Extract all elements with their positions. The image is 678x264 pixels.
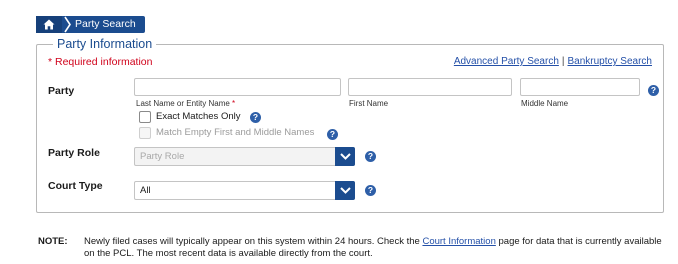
advanced-party-search-link[interactable]: Advanced Party Search (454, 56, 559, 67)
required-info-note: * Required information (48, 56, 153, 68)
court-type-select[interactable]: All (134, 181, 355, 200)
bankruptcy-search-link[interactable]: Bankruptcy Search (568, 56, 653, 67)
breadcrumb-current[interactable]: Party Search (72, 16, 145, 33)
match-empty-names-label: Match Empty First and Middle Names (156, 127, 315, 138)
exact-matches-label: Exact Matches Only (156, 111, 241, 122)
match-empty-names-checkbox[interactable] (139, 127, 151, 139)
breadcrumb-chevron-icon (62, 16, 72, 33)
middle-name-input[interactable] (520, 78, 640, 96)
home-icon (43, 19, 55, 30)
party-role-select[interactable]: Party Role (134, 147, 355, 166)
exact-matches-help-icon[interactable]: ? (250, 112, 261, 123)
last-name-input[interactable] (134, 78, 341, 96)
middle-name-sublabel: Middle Name (521, 99, 569, 108)
first-name-input[interactable] (348, 78, 512, 96)
search-links: Advanced Party Search | Bankruptcy Search (454, 56, 652, 67)
home-button[interactable] (36, 16, 62, 33)
availability-note: NOTE: Newly filed cases will typically a… (38, 236, 668, 260)
note-text: Newly filed cases will typically appear … (84, 236, 662, 259)
party-label: Party (48, 85, 75, 97)
chevron-down-icon (335, 181, 355, 200)
note-label: NOTE: (38, 236, 68, 247)
last-name-sublabel: Last Name or Entity Name * (136, 99, 236, 108)
breadcrumb: Party Search (36, 16, 145, 33)
party-role-label: Party Role (48, 147, 100, 159)
court-type-help-icon[interactable]: ? (365, 185, 376, 196)
chevron-down-icon (335, 147, 355, 166)
party-role-placeholder: Party Role (140, 151, 185, 162)
court-type-value: All (140, 185, 151, 196)
section-legend: Party Information (57, 37, 153, 51)
first-name-sublabel: First Name (349, 99, 389, 108)
party-help-icon[interactable]: ? (648, 85, 659, 96)
party-role-help-icon[interactable]: ? (365, 151, 376, 162)
link-separator: | (561, 56, 565, 67)
court-information-link[interactable]: Court Information (422, 236, 495, 247)
exact-matches-checkbox[interactable] (139, 111, 151, 123)
court-type-label: Court Type (48, 180, 103, 192)
match-empty-help-icon[interactable]: ? (327, 129, 338, 140)
